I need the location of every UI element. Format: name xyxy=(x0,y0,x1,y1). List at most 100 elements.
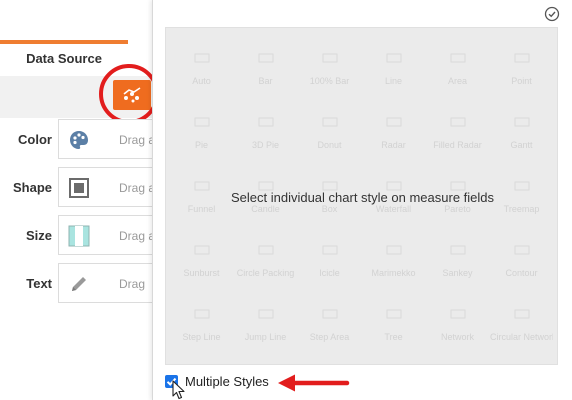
chart-type-icon xyxy=(322,245,338,255)
chart-type-icon xyxy=(514,117,530,127)
chart-style-option-label: Candle xyxy=(251,204,280,214)
chart-style-option[interactable]: Area xyxy=(426,36,489,98)
chart-type-icon xyxy=(450,117,466,127)
field-row-shape: Shape Drag a xyxy=(0,167,158,209)
chart-style-option-label: Icicle xyxy=(319,268,340,278)
chart-type-icon xyxy=(194,309,210,319)
red-arrow-icon xyxy=(278,374,350,392)
chart-style-grid: Auto Bar 100% Bar Line Area Point Pie 3D Pie Don… xyxy=(165,27,558,365)
left-panel: Data Source Color Drag a Shape Drag a Si… xyxy=(0,0,159,400)
chart-type-icon xyxy=(194,53,210,63)
chart-style-option[interactable]: Auto xyxy=(170,36,233,98)
drop-zone-size[interactable]: Drag a xyxy=(58,215,158,255)
chart-style-option-label: Sunburst xyxy=(183,268,220,278)
chart-style-option[interactable]: Gantt xyxy=(490,100,553,162)
chart-type-icon xyxy=(514,309,530,319)
chart-type-icon xyxy=(386,309,402,319)
chart-style-option-label: Pie xyxy=(194,140,208,150)
check-circle-icon[interactable] xyxy=(544,6,560,22)
chart-style-option-label: Line xyxy=(384,76,402,86)
chart-style-option-label: Bar xyxy=(258,76,273,86)
chart-style-option-label: Treemap xyxy=(503,204,540,214)
drop-zone-text[interactable]: Drag xyxy=(58,263,158,303)
chart-style-option[interactable]: Icicle xyxy=(298,228,361,290)
chart-style-option-label: Circle Packing xyxy=(236,268,295,278)
chart-style-option-label: Filled Radar xyxy=(433,140,482,150)
field-label: Size xyxy=(25,228,52,243)
chart-style-option-label: Step Area xyxy=(309,332,350,342)
chart-style-option-label: Network xyxy=(440,332,474,342)
chart-style-option[interactable]: 100% Bar xyxy=(298,36,361,98)
square-icon xyxy=(67,176,91,200)
chart-type-icon xyxy=(322,53,338,63)
chart-style-option-label: Step Line xyxy=(182,332,221,342)
chart-style-option[interactable]: Tree xyxy=(362,292,425,354)
chart-style-option-label: Funnel xyxy=(187,204,216,214)
chart-type-icon xyxy=(194,245,210,255)
chart-style-option[interactable]: Filled Radar xyxy=(426,100,489,162)
chart-type-icon xyxy=(258,117,274,127)
chart-type-icon xyxy=(258,309,274,319)
chart-style-panel: Auto Bar 100% Bar Line Area Point Pie 3D Pie Don… xyxy=(152,0,572,400)
chart-style-option[interactable]: Donut xyxy=(298,100,361,162)
chart-type-icon xyxy=(386,53,402,63)
chart-type-icon xyxy=(258,53,274,63)
chart-style-option[interactable]: Network xyxy=(426,292,489,354)
chart-style-option-label: 100% Bar xyxy=(309,76,350,86)
chart-style-option-label: Contour xyxy=(505,268,538,278)
chart-style-option-label: Point xyxy=(511,76,532,86)
chart-type-icon xyxy=(450,309,466,319)
grid-message: Select individual chart style on measure… xyxy=(230,190,495,205)
chart-style-option[interactable]: Marimekko xyxy=(362,228,425,290)
chart-style-option[interactable]: Radar xyxy=(362,100,425,162)
chart-style-option-label: Gantt xyxy=(510,140,533,150)
chart-style-option-label: Circular Network xyxy=(490,332,553,342)
chart-style-option[interactable]: Sankey xyxy=(426,228,489,290)
pencil-icon xyxy=(67,272,91,296)
chart-type-icon xyxy=(322,309,338,319)
chart-style-option[interactable]: Step Line xyxy=(170,292,233,354)
highlight-circle xyxy=(99,64,159,124)
chart-type-icon xyxy=(514,53,530,63)
tab-data-source[interactable]: Data Source xyxy=(0,44,128,74)
chart-style-option[interactable]: Jump Line xyxy=(234,292,297,354)
chart-style-option-label: Auto xyxy=(192,76,211,86)
chart-type-icon xyxy=(386,117,402,127)
chart-style-option-label: Marimekko xyxy=(371,268,416,278)
field-label: Color xyxy=(18,132,52,147)
chart-style-option-label: Jump Line xyxy=(244,332,287,342)
chart-style-option-label: Waterfall xyxy=(375,204,412,214)
chart-style-option[interactable]: Sunburst xyxy=(170,228,233,290)
size-icon xyxy=(67,224,91,248)
field-row-text: Text Drag xyxy=(0,263,158,305)
multiple-styles-label[interactable]: Multiple Styles xyxy=(185,374,269,390)
field-label: Text xyxy=(26,276,52,291)
chart-type-icon xyxy=(386,245,402,255)
chart-style-option-label: Sankey xyxy=(442,268,473,278)
drop-zone-shape[interactable]: Drag a xyxy=(58,167,158,207)
chart-style-option[interactable]: Circle Packing xyxy=(234,228,297,290)
chart-style-option[interactable]: Contour xyxy=(490,228,553,290)
chart-style-option[interactable]: Circular Network xyxy=(490,292,553,354)
field-label: Shape xyxy=(12,180,52,195)
chart-type-icon xyxy=(322,117,338,127)
chart-type-icon xyxy=(450,53,466,63)
drop-zone-color[interactable]: Drag a xyxy=(58,119,158,159)
chart-style-option-label: 3D Pie xyxy=(251,140,279,150)
palette-icon xyxy=(67,128,91,152)
chart-style-option-label: Box xyxy=(321,204,338,214)
chart-style-option-label: Pareto xyxy=(444,204,471,214)
chart-style-option[interactable]: Bar xyxy=(234,36,297,98)
chart-style-option-label: Area xyxy=(447,76,467,86)
chart-style-option[interactable]: Pie xyxy=(170,100,233,162)
field-row-size: Size Drag a xyxy=(0,215,158,257)
chart-type-icon xyxy=(194,117,210,127)
chart-style-option[interactable]: Step Area xyxy=(298,292,361,354)
chart-style-option[interactable]: Line xyxy=(362,36,425,98)
mouse-cursor-icon xyxy=(172,380,185,400)
chart-style-option[interactable]: Point xyxy=(490,36,553,98)
chart-style-option[interactable]: 3D Pie xyxy=(234,100,297,162)
chart-type-icon xyxy=(450,245,466,255)
chart-style-option-label: Radar xyxy=(381,140,406,150)
field-row-color: Color Drag a xyxy=(0,119,158,161)
